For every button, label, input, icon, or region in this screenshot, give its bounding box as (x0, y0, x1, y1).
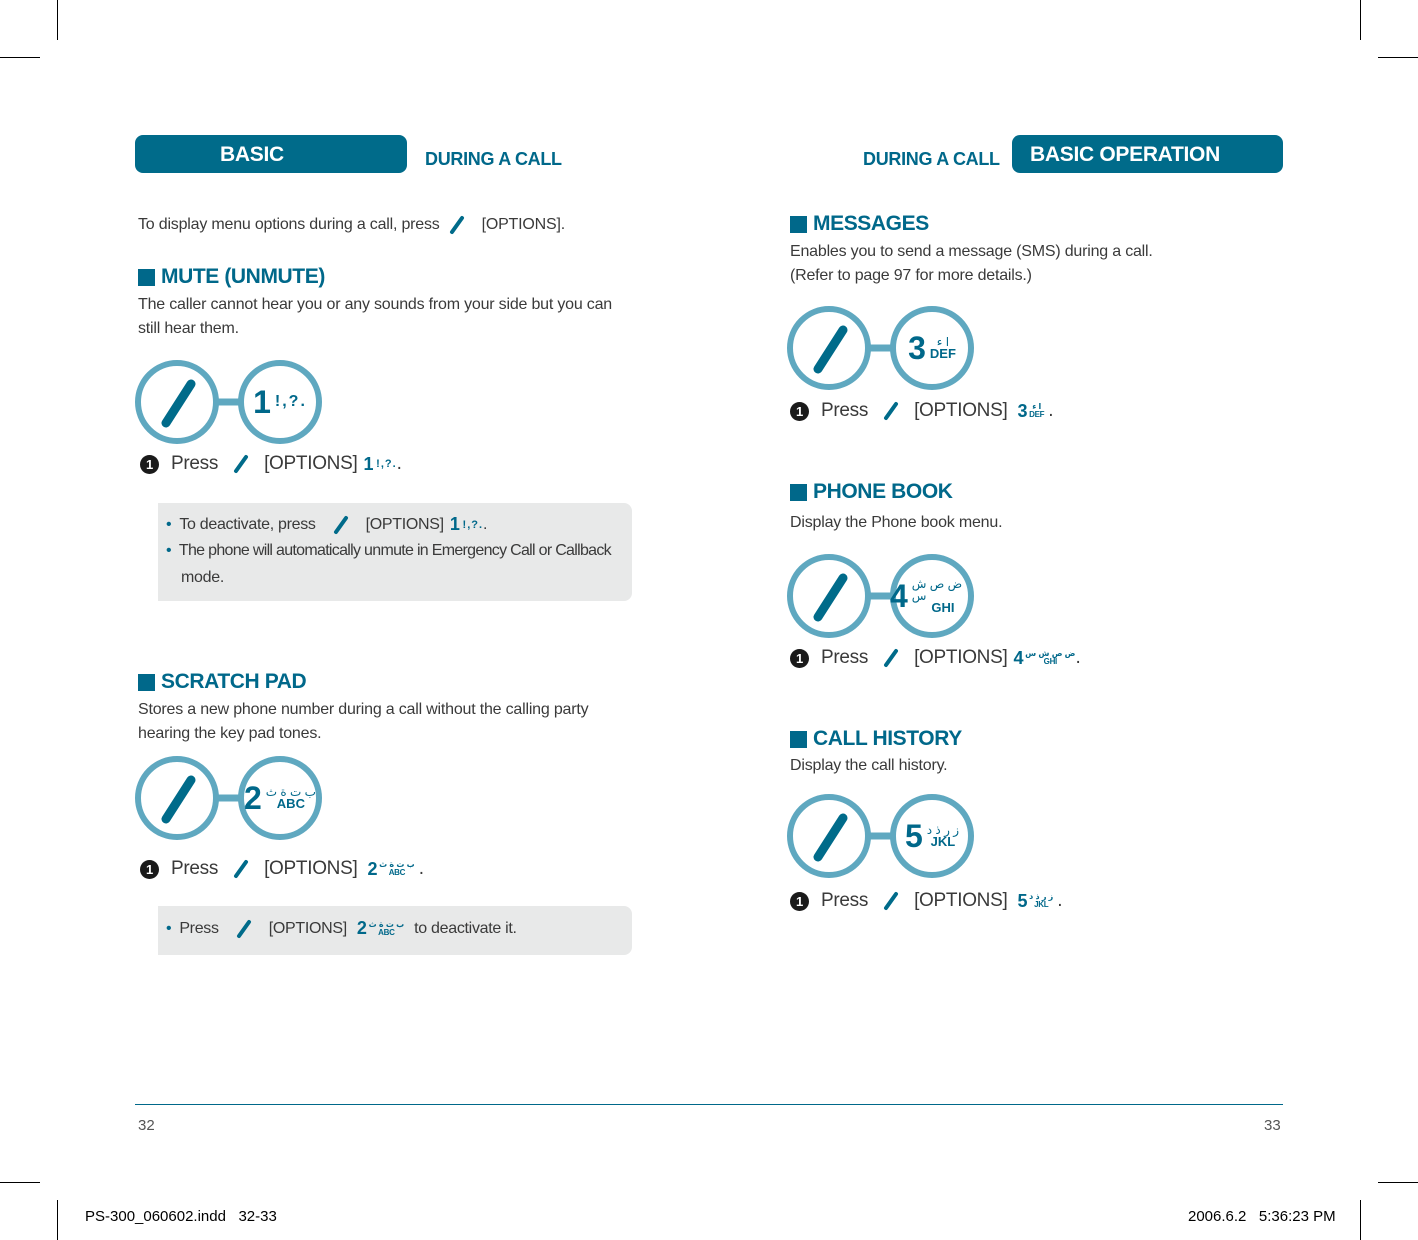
square-bullet-icon (138, 673, 155, 691)
step-instruction: 1 Press [OPTIONS] 3 ا ء DEF . (790, 400, 1054, 422)
section-header-pill: BASIC OPERATION (1012, 135, 1283, 173)
note-item-continuation: mode. (181, 569, 224, 586)
section-description: The caller cannot hear you or any sounds… (138, 296, 612, 337)
crop-mark (1378, 1182, 1418, 1183)
key-3-label: 3 ا ء DEF (908, 330, 956, 366)
options-key-icon (234, 455, 249, 473)
step-instruction: 1 Press [OPTIONS] 2 ب ت ة ث ABC . (140, 858, 424, 880)
key-sequence-diagram: 2 ب ت ة ث ABC (134, 754, 324, 842)
key-1-label: 1 !,?. (253, 384, 307, 420)
section-title-scratch-pad: SCRATCH PAD (138, 670, 307, 694)
circled-one-icon: 1 (790, 891, 809, 911)
note-item: • To deactivate, press [OPTIONS] 1 !,?. … (166, 514, 488, 534)
options-key-icon (884, 649, 899, 667)
key-4-inline: 4 ض ص ش س GHI (1013, 647, 1076, 668)
square-bullet-icon (790, 730, 807, 748)
circled-one-icon: 1 (140, 454, 159, 474)
key-1-inline: 1 !,?. (449, 514, 484, 534)
crop-mark (1378, 57, 1418, 58)
section-header-title: BASIC OPERATION (220, 143, 341, 206)
key-sequence-diagram: 3 ا ء DEF (786, 304, 976, 392)
key-2-inline: 2 ب ت ة ث ABC (367, 858, 415, 879)
circled-one-icon: 1 (790, 401, 809, 421)
circled-one-icon: 1 (140, 859, 159, 879)
subsection-title: DURING A CALL (425, 149, 562, 169)
options-key-icon (234, 860, 249, 878)
note-item: • The phone will automatically unmute in… (166, 542, 612, 559)
note-item: • Press [OPTIONS] 2 ب ت ة ث ABC to deacti… (166, 918, 517, 938)
bullet-icon: • (166, 542, 172, 559)
subsection-title: DURING A CALL (863, 149, 1000, 169)
options-key-icon (236, 919, 251, 938)
section-title-call-history: CALL HISTORY (790, 727, 962, 751)
footer-rule (135, 1104, 1283, 1105)
key-3-inline: 3 ا ء DEF (1017, 400, 1045, 421)
options-key-icon (333, 515, 348, 534)
key-sequence-diagram: 4 ض ص ش س GHI (786, 552, 976, 640)
crop-mark (57, 1200, 58, 1240)
circled-one-icon: 1 (790, 648, 809, 668)
options-key-icon (449, 216, 464, 234)
crop-mark (57, 0, 58, 40)
section-description: Stores a new phone number during a call … (138, 701, 589, 742)
section-title-mute: MUTE (UNMUTE) (138, 265, 325, 289)
page-number: 32 (138, 1117, 155, 1134)
print-slug-timestamp: 2006.6.2 5:36:23 PM (1188, 1208, 1336, 1225)
crop-mark (0, 1182, 40, 1183)
page-number: 33 (1264, 1117, 1281, 1134)
crop-mark (0, 57, 40, 58)
section-title-phone-book: PHONE BOOK (790, 480, 953, 504)
key-4-label: 4 ض ص ش س GHI (890, 577, 963, 615)
intro-text: To display menu options during a call, p… (138, 216, 565, 234)
crop-mark (1360, 1200, 1361, 1240)
step-instruction: 1 Press [OPTIONS] 1 !,?. . (140, 453, 402, 475)
square-bullet-icon (138, 268, 155, 286)
step-instruction: 1 Press [OPTIONS] 4 ض ص ش س GHI . (790, 647, 1081, 669)
print-slug-file: PS-300_060602.indd 32-33 (85, 1208, 277, 1225)
key-5-inline: 5 ز ر ذ د JKL (1017, 890, 1054, 911)
key-5-label: 5 ز ر ذ د JKL (904, 818, 960, 854)
key-sequence-diagram: 1 !,?. (134, 358, 324, 446)
options-key-icon (884, 402, 899, 420)
section-header-pill: BASIC OPERATION (135, 135, 407, 206)
section-description: Display the Phone book menu. (790, 514, 1003, 531)
bullet-icon: • (166, 515, 172, 533)
crop-mark (1360, 0, 1361, 40)
key-sequence-diagram: 5 ز ر ذ د JKL (786, 792, 976, 880)
step-instruction: 1 Press [OPTIONS] 5 ز ر ذ د JKL . (790, 890, 1063, 912)
key-2-inline: 2 ب ت ة ث ABC (356, 918, 405, 938)
section-title-messages: MESSAGES (790, 212, 929, 236)
key-2-label: 2 ب ت ة ث ABC (244, 780, 316, 816)
options-key-icon (884, 892, 899, 910)
section-description: Display the call history. (790, 757, 948, 774)
square-bullet-icon (790, 483, 807, 501)
section-header-title: BASIC OPERATION (1030, 143, 1220, 166)
key-1-inline: 1 !,?. (363, 453, 397, 474)
bullet-icon: • (166, 919, 172, 937)
square-bullet-icon (790, 215, 807, 233)
section-description: Enables you to send a message (SMS) duri… (790, 243, 1153, 284)
